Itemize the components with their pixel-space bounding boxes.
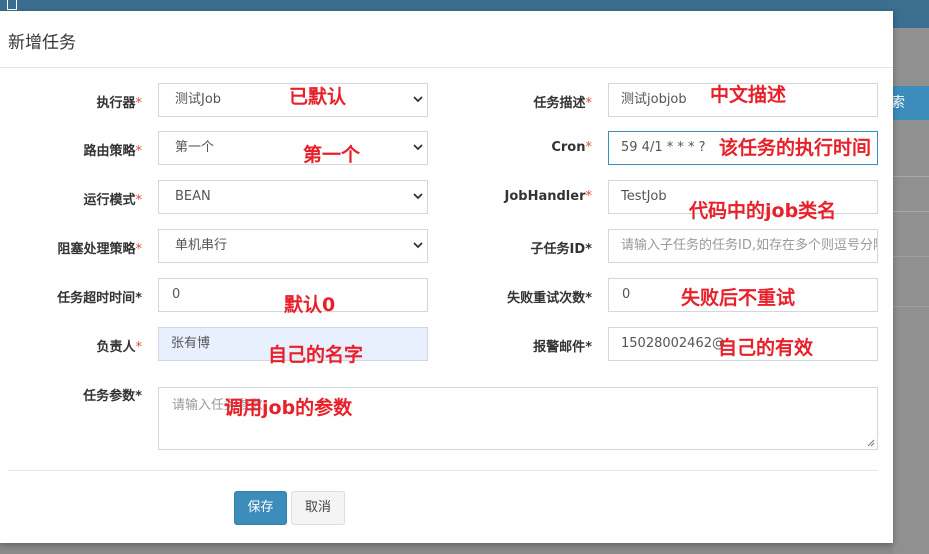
annotation-job-handler: 代码中的job类名 bbox=[689, 200, 837, 222]
chevron-down-icon bbox=[413, 144, 423, 151]
chevron-down-icon bbox=[413, 242, 423, 249]
resize-grip-icon[interactable] bbox=[867, 439, 875, 447]
description-value: 测试jobjob bbox=[621, 92, 687, 107]
modal-header: 新增任务 bbox=[0, 11, 893, 68]
route-strategy-label: 路由策略* bbox=[83, 144, 142, 159]
params-label: 任务参数* bbox=[83, 389, 142, 404]
annotation-alarm-email: 自己的有效 bbox=[718, 337, 814, 359]
block-strategy-label: 阻塞处理策略* bbox=[57, 242, 142, 257]
annotation-cron: 该任务的执行时间 bbox=[719, 137, 872, 159]
child-job-label: 子任务ID* bbox=[530, 242, 592, 257]
annotation-executor: 已默认 bbox=[289, 86, 347, 108]
executor-label: 执行器* bbox=[96, 96, 142, 111]
annotation-route-strategy: 第一个 bbox=[303, 144, 361, 166]
footer-divider bbox=[8, 470, 878, 471]
cron-value: 59 4/1 * * * ? bbox=[621, 140, 706, 155]
description-label: 任务描述* bbox=[533, 96, 592, 111]
executor-value: 测试Job bbox=[175, 92, 222, 107]
background-divider bbox=[893, 306, 929, 307]
modal-title: 新增任务 bbox=[8, 33, 76, 53]
owner-value: 张有博 bbox=[171, 336, 211, 351]
annotation-timeout: 默认0 bbox=[284, 294, 336, 316]
child-job-input[interactable]: 请输入子任务的任务ID,如存在多个则逗号分隔 bbox=[608, 229, 878, 263]
annotation-params: 调用job的参数 bbox=[224, 397, 353, 419]
retry-label: 失败重试次数* bbox=[507, 291, 592, 306]
route-strategy-select[interactable]: 第一个 bbox=[158, 131, 428, 165]
run-mode-label: 运行模式* bbox=[83, 193, 142, 208]
owner-label: 负责人* bbox=[96, 340, 142, 355]
run-mode-select[interactable]: BEAN bbox=[158, 180, 428, 214]
annotation-retry: 失败后不重试 bbox=[681, 287, 796, 309]
cron-label: Cron* bbox=[551, 140, 592, 155]
alarm-email-value: 15028002462@ bbox=[621, 336, 725, 351]
chevron-down-icon bbox=[413, 96, 423, 103]
job-handler-label: JobHandler* bbox=[504, 189, 592, 204]
annotation-owner: 自己的名字 bbox=[268, 344, 364, 366]
route-strategy-value: 第一个 bbox=[175, 140, 215, 155]
block-strategy-select[interactable]: 单机串行 bbox=[158, 229, 428, 263]
cancel-button[interactable]: 取消 bbox=[291, 491, 345, 525]
save-button[interactable]: 保存 bbox=[234, 491, 287, 525]
child-job-placeholder: 请输入子任务的任务ID,如存在多个则逗号分隔 bbox=[621, 238, 878, 253]
add-task-modal: 新增任务 执行器* 路由策略* 运行模式* 阻塞处理策略* 任务超时时间* 负责… bbox=[0, 11, 893, 543]
timeout-label: 任务超时时间* bbox=[57, 291, 142, 306]
block-strategy-value: 单机串行 bbox=[175, 238, 228, 253]
chevron-down-icon bbox=[413, 193, 423, 200]
background-divider bbox=[893, 256, 929, 257]
annotation-description: 中文描述 bbox=[710, 84, 787, 106]
background-input bbox=[893, 176, 929, 212]
run-mode-value: BEAN bbox=[175, 189, 211, 204]
timeout-value: 0 bbox=[172, 287, 181, 302]
alarm-email-label: 报警邮件* bbox=[533, 340, 592, 355]
job-handler-value: TestJob bbox=[621, 189, 667, 204]
retry-value: 0 bbox=[622, 287, 631, 302]
